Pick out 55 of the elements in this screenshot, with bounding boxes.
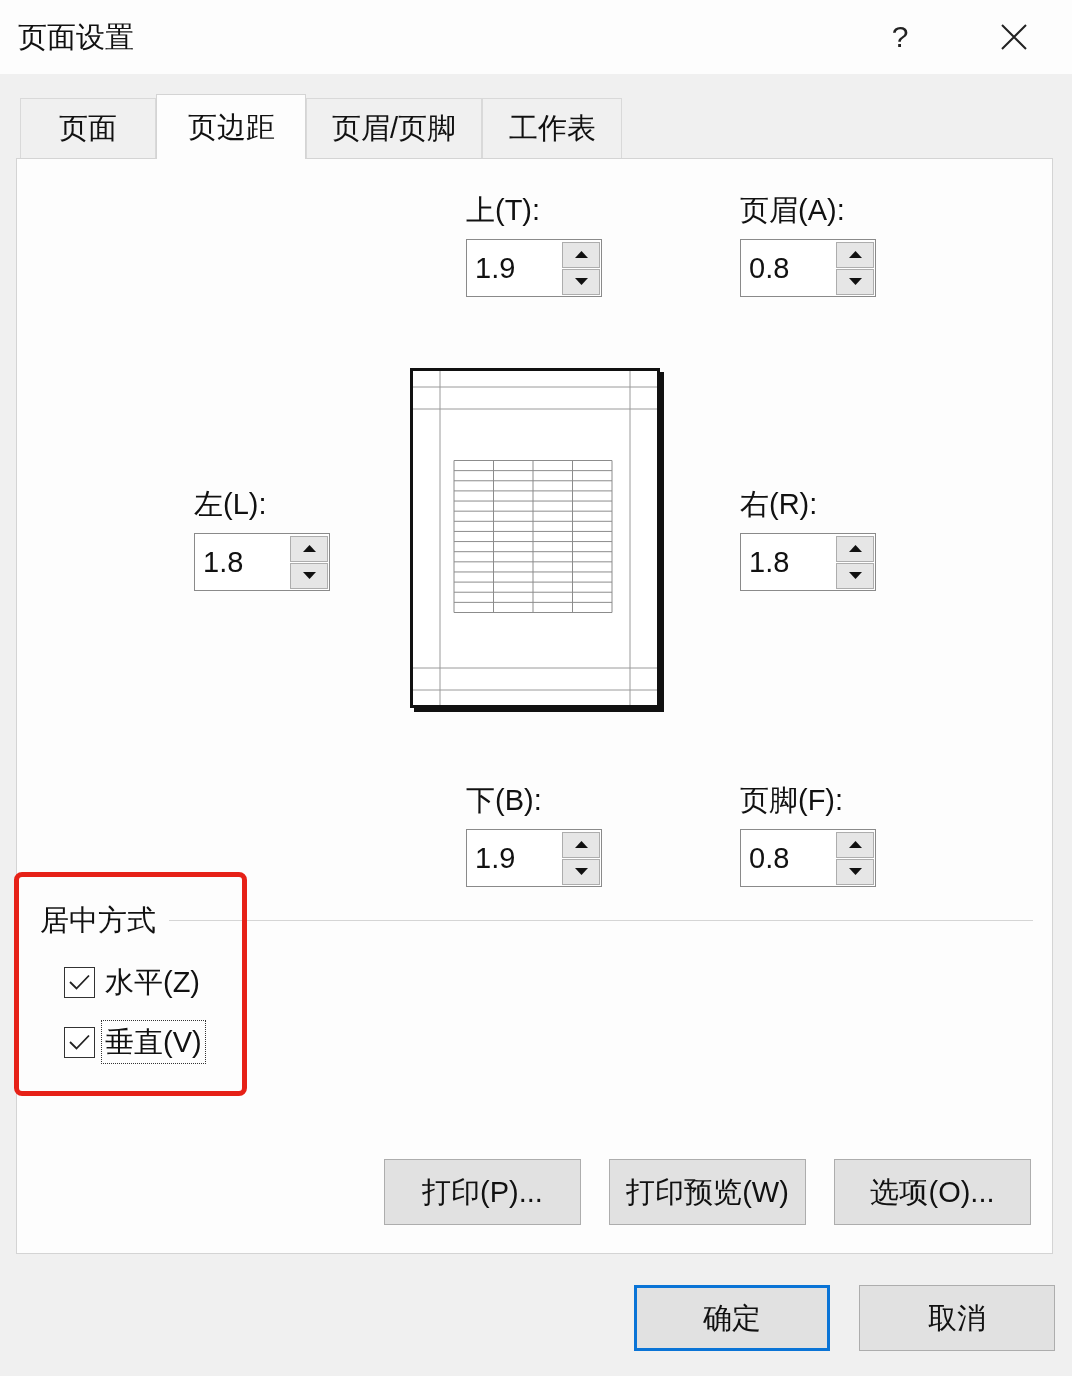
caret-down-icon: [848, 278, 862, 285]
spin-up-button[interactable]: [836, 241, 874, 268]
field-label: 左(L):: [194, 489, 267, 519]
number-field[interactable]: 1.9: [466, 239, 602, 297]
caret-down-icon: [848, 572, 862, 579]
group-title: 居中方式: [40, 905, 156, 935]
tab[interactable]: 工作表: [482, 98, 622, 158]
tab[interactable]: 页眉/页脚: [306, 98, 482, 158]
number-field[interactable]: 1.8: [194, 533, 330, 591]
number-field[interactable]: 0.8: [740, 239, 876, 297]
field-label: 上(T):: [466, 195, 541, 225]
dialog-button[interactable]: 确定: [634, 1285, 830, 1351]
caret-up-icon: [302, 545, 316, 552]
field-label: 页眉(A):: [740, 195, 845, 225]
field-label: 下(B):: [466, 785, 542, 815]
caret-up-icon: [848, 545, 862, 552]
caret-up-icon: [574, 841, 588, 848]
number-field[interactable]: 0.8: [740, 829, 876, 887]
caret-down-icon: [574, 868, 588, 875]
caret-down-icon: [848, 868, 862, 875]
panel-button[interactable]: 选项(O)...: [834, 1159, 1031, 1225]
number-field[interactable]: 1.9: [466, 829, 602, 887]
spin-down-button[interactable]: [562, 268, 600, 295]
panel-button[interactable]: 打印预览(W): [609, 1159, 806, 1225]
spin-up-button[interactable]: [562, 241, 600, 268]
field-label: 右(R):: [740, 489, 818, 519]
checkmark-icon: [69, 974, 90, 990]
spin-up-button[interactable]: [290, 535, 328, 562]
tab[interactable]: 页面: [20, 98, 156, 158]
caret-up-icon: [574, 251, 588, 258]
spin-down-button[interactable]: [290, 562, 328, 589]
spin-up-button[interactable]: [836, 831, 874, 858]
checkbox[interactable]: [64, 1026, 95, 1058]
spin-up-button[interactable]: [562, 831, 600, 858]
dialog-button[interactable]: 取消: [859, 1285, 1055, 1351]
checkbox-label[interactable]: 垂直(V): [101, 1020, 206, 1064]
spin-down-button[interactable]: [562, 858, 600, 885]
caret-up-icon: [848, 841, 862, 848]
spin-down-button[interactable]: [836, 858, 874, 885]
tab[interactable]: 页边距: [156, 94, 306, 159]
field-label: 页脚(F):: [740, 785, 844, 815]
spin-down-button[interactable]: [836, 562, 874, 589]
spin-up-button[interactable]: [836, 535, 874, 562]
caret-down-icon: [302, 572, 316, 579]
checkmark-icon: [69, 1034, 90, 1050]
close-icon: [1001, 24, 1027, 50]
checkbox-label[interactable]: 水平(Z): [101, 960, 205, 1004]
checkbox[interactable]: [64, 966, 95, 998]
window-title: 页面设置: [18, 22, 134, 52]
help-button[interactable]: ?: [880, 12, 920, 62]
caret-down-icon: [574, 278, 588, 285]
spin-down-button[interactable]: [836, 268, 874, 295]
panel-button[interactable]: 打印(P)...: [384, 1159, 581, 1225]
number-field[interactable]: 1.8: [740, 533, 876, 591]
caret-up-icon: [848, 251, 862, 258]
